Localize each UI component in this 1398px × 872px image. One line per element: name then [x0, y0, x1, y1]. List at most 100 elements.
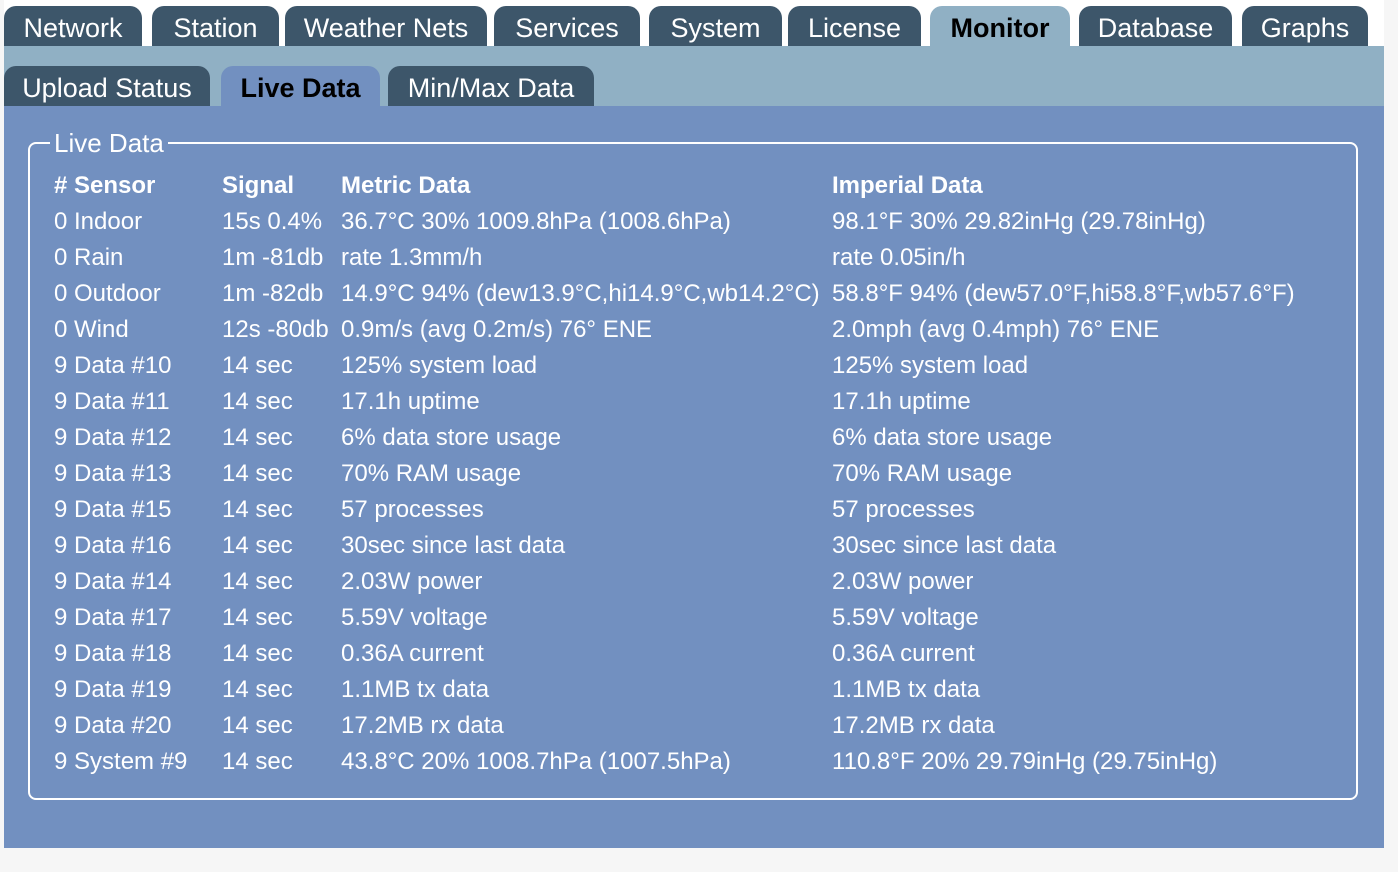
imperial-cell: 70% RAM usage	[832, 460, 1013, 487]
signal-cell: 15s 0.4%	[222, 208, 323, 235]
sensor-cell: 9 Data #13	[54, 460, 172, 487]
metric-cell: rate 1.3mm/h	[341, 244, 483, 271]
metric-cell: 17.2MB rx data	[341, 712, 504, 739]
imperial-cell: 58.8°F 94% (dew57.0°F,hi58.8°F,wb57.6°F)	[832, 280, 1295, 307]
metric-cell: 17.1h uptime	[341, 388, 480, 415]
imperial-cell: 30sec since last data	[832, 532, 1057, 559]
signal-cell: 14 sec	[222, 352, 293, 379]
table-header: # Sensor Signal Metric Data Imperial Dat…	[30, 168, 1356, 204]
sensor-cell: 9 Data #15	[54, 496, 172, 523]
tab-system[interactable]: System	[649, 6, 782, 46]
header-sensor: # Sensor	[54, 172, 156, 199]
signal-cell: 14 sec	[222, 604, 293, 631]
table-row: 9 Data #19 14 sec 1.1MB tx data 1.1MB tx…	[30, 672, 1356, 708]
signal-cell: 14 sec	[222, 676, 293, 703]
imperial-cell: 57 processes	[832, 496, 975, 523]
sensor-cell: 9 Data #18	[54, 640, 172, 667]
signal-cell: 14 sec	[222, 712, 293, 739]
metric-cell: 43.8°C 20% 1008.7hPa (1007.5hPa)	[341, 748, 731, 775]
table-row: 9 Data #14 14 sec 2.03W power 2.03W powe…	[30, 564, 1356, 600]
table-row: 9 System #9 14 sec 43.8°C 20% 1008.7hPa …	[30, 744, 1356, 780]
signal-cell: 14 sec	[222, 640, 293, 667]
signal-cell: 14 sec	[222, 496, 293, 523]
table-row: 9 Data #20 14 sec 17.2MB rx data 17.2MB …	[30, 708, 1356, 744]
tab-monitor[interactable]: Monitor	[930, 6, 1070, 46]
header-metric-data: Metric Data	[341, 172, 471, 199]
table-row: 9 Data #11 14 sec 17.1h uptime 17.1h upt…	[30, 384, 1356, 420]
sensor-cell: 0 Rain	[54, 244, 124, 271]
imperial-cell: 2.0mph (avg 0.4mph) 76° ENE	[832, 316, 1160, 343]
metric-cell: 2.03W power	[341, 568, 483, 595]
fieldset-legend: Live Data	[50, 127, 168, 159]
metric-cell: 1.1MB tx data	[341, 676, 490, 703]
tab-live-data[interactable]: Live Data	[221, 66, 380, 106]
sensor-cell: 0 Indoor	[54, 208, 143, 235]
metric-cell: 0.36A current	[341, 640, 484, 667]
tab-license[interactable]: License	[788, 6, 921, 46]
sensor-cell: 9 Data #20	[54, 712, 172, 739]
signal-cell: 14 sec	[222, 424, 293, 451]
sub-tab-bar: Upload Status Live Data Min/Max Data	[4, 46, 1384, 106]
table-row: 0 Rain 1m -81db rate 1.3mm/h rate 0.05in…	[30, 240, 1356, 276]
imperial-cell: 17.2MB rx data	[832, 712, 995, 739]
imperial-cell: 17.1h uptime	[832, 388, 971, 415]
table-row: 0 Outdoor 1m -82db 14.9°C 94% (dew13.9°C…	[30, 276, 1356, 312]
imperial-cell: 6% data store usage	[832, 424, 1053, 451]
metric-cell: 14.9°C 94% (dew13.9°C,hi14.9°C,wb14.2°C)	[341, 280, 820, 307]
tab-weather-nets[interactable]: Weather Nets	[285, 6, 487, 46]
sensor-cell: 9 Data #19	[54, 676, 172, 703]
signal-cell: 1m -82db	[222, 280, 324, 307]
metric-cell: 125% system load	[341, 352, 538, 379]
table-row: 9 Data #18 14 sec 0.36A current 0.36A cu…	[30, 636, 1356, 672]
sensor-cell: 9 Data #10	[54, 352, 172, 379]
tab-min-max-data[interactable]: Min/Max Data	[388, 66, 594, 106]
imperial-cell: 110.8°F 20% 29.79inHg (29.75inHg)	[832, 748, 1218, 775]
imperial-cell: 98.1°F 30% 29.82inHg (29.78inHg)	[832, 208, 1206, 235]
table-row: 9 Data #15 14 sec 57 processes 57 proces…	[30, 492, 1356, 528]
sensor-cell: 9 Data #16	[54, 532, 172, 559]
imperial-cell: 1.1MB tx data	[832, 676, 981, 703]
app-window: Network Station Weather Nets Services Sy…	[4, 0, 1384, 848]
metric-cell: 30sec since last data	[341, 532, 566, 559]
live-data-fieldset: Live Data # Sensor Signal Metric Data Im…	[28, 127, 1358, 800]
metric-cell: 0.9m/s (avg 0.2m/s) 76° ENE	[341, 316, 653, 343]
table-row: 0 Wind 12s -80db 0.9m/s (avg 0.2m/s) 76°…	[30, 312, 1356, 348]
imperial-cell: 2.03W power	[832, 568, 974, 595]
tab-database[interactable]: Database	[1079, 6, 1232, 46]
tab-station[interactable]: Station	[152, 6, 279, 46]
table-row: 9 Data #13 14 sec 70% RAM usage 70% RAM …	[30, 456, 1356, 492]
tab-upload-status[interactable]: Upload Status	[4, 66, 210, 106]
sensor-cell: 0 Wind	[54, 316, 129, 343]
metric-cell: 5.59V voltage	[341, 604, 488, 631]
tab-network[interactable]: Network	[4, 6, 142, 46]
main-tab-bar: Network Station Weather Nets Services Sy…	[4, 0, 1384, 46]
header-signal: Signal	[222, 172, 295, 199]
imperial-cell: rate 0.05in/h	[832, 244, 966, 271]
signal-cell: 14 sec	[222, 532, 293, 559]
sensor-cell: 9 Data #14	[54, 568, 172, 595]
sensor-cell: 9 Data #17	[54, 604, 172, 631]
sensor-cell: 0 Outdoor	[54, 280, 161, 307]
signal-cell: 12s -80db	[222, 316, 329, 343]
header-imperial-data: Imperial Data	[832, 172, 983, 199]
metric-cell: 57 processes	[341, 496, 484, 523]
tab-graphs[interactable]: Graphs	[1242, 6, 1368, 46]
tab-services[interactable]: Services	[494, 6, 640, 46]
sensor-cell: 9 System #9	[54, 748, 188, 775]
table-row: 9 Data #10 14 sec 125% system load 125% …	[30, 348, 1356, 384]
signal-cell: 14 sec	[222, 568, 293, 595]
table-row: 9 Data #16 14 sec 30sec since last data …	[30, 528, 1356, 564]
sensor-cell: 9 Data #12	[54, 424, 172, 451]
imperial-cell: 125% system load	[832, 352, 1029, 379]
imperial-cell: 5.59V voltage	[832, 604, 979, 631]
signal-cell: 14 sec	[222, 388, 293, 415]
metric-cell: 70% RAM usage	[341, 460, 522, 487]
imperial-cell: 0.36A current	[832, 640, 975, 667]
signal-cell: 14 sec	[222, 748, 293, 775]
sensor-cell: 9 Data #11	[54, 388, 170, 415]
signal-cell: 14 sec	[222, 460, 293, 487]
table-row: 0 Indoor 15s 0.4% 36.7°C 30% 1009.8hPa (…	[30, 204, 1356, 240]
signal-cell: 1m -81db	[222, 244, 324, 271]
metric-cell: 36.7°C 30% 1009.8hPa (1008.6hPa)	[341, 208, 731, 235]
table-row: 9 Data #12 14 sec 6% data store usage 6%…	[30, 420, 1356, 456]
